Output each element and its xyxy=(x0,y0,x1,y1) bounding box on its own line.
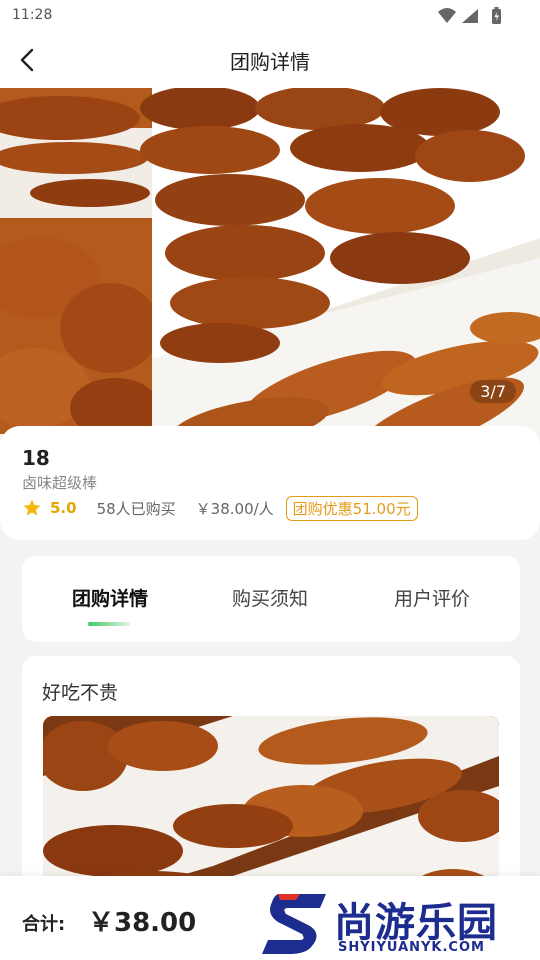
tab-purchase-notice[interactable]: 购买须知 xyxy=(226,584,314,611)
checkout-bar: 合计: ￥38.00 尚游乐园 SHYIYUANYK.COM xyxy=(0,876,540,960)
shop-name: 18 xyxy=(22,446,50,470)
tab-user-reviews[interactable]: 用户评价 xyxy=(388,584,476,611)
price-per-person: ￥38.00/人 xyxy=(195,499,274,518)
section-title: 好吃不贵 xyxy=(42,682,119,704)
page-title: 团购详情 xyxy=(230,50,310,74)
status-bar: 11:28 xyxy=(0,0,540,32)
total-price: ￥38.00 xyxy=(88,908,197,938)
watermark-url: SHYIYUANYK.COM xyxy=(338,940,485,955)
site-watermark: 尚游乐园 SHYIYUANYK.COM xyxy=(260,890,540,958)
shop-stats: 5.0 58人已购买 ￥38.00/人 团购优惠51.00元 xyxy=(22,495,418,521)
star-icon xyxy=(23,499,41,516)
shop-info-card: 18 卤味超级棒 5.0 58人已购买 ￥38.00/人 团购优惠51.00元 xyxy=(0,426,540,540)
shop-description: 卤味超级棒 xyxy=(22,474,98,492)
tab-bar: 团购详情 购买须知 用户评价 xyxy=(22,556,520,642)
total-label: 合计: xyxy=(22,914,66,935)
braised-duck-photo xyxy=(0,88,540,434)
status-time: 11:28 xyxy=(12,7,53,23)
wifi-icon xyxy=(438,8,456,23)
gallery-pager: 3/7 xyxy=(470,380,516,403)
signal-icon xyxy=(462,9,478,23)
discount-badge: 团购优惠51.00元 xyxy=(285,495,418,521)
sold-count: 58人已购买 xyxy=(96,499,176,518)
active-tab-indicator xyxy=(88,622,130,626)
status-icons xyxy=(438,7,501,24)
photo-gallery[interactable]: 3/7 xyxy=(0,88,540,434)
tab-group-details[interactable]: 团购详情 xyxy=(66,584,154,611)
nav-bar: 团购详情 xyxy=(0,32,540,88)
rating-value: 5.0 xyxy=(50,499,77,517)
watermark-logo-icon xyxy=(262,894,326,954)
